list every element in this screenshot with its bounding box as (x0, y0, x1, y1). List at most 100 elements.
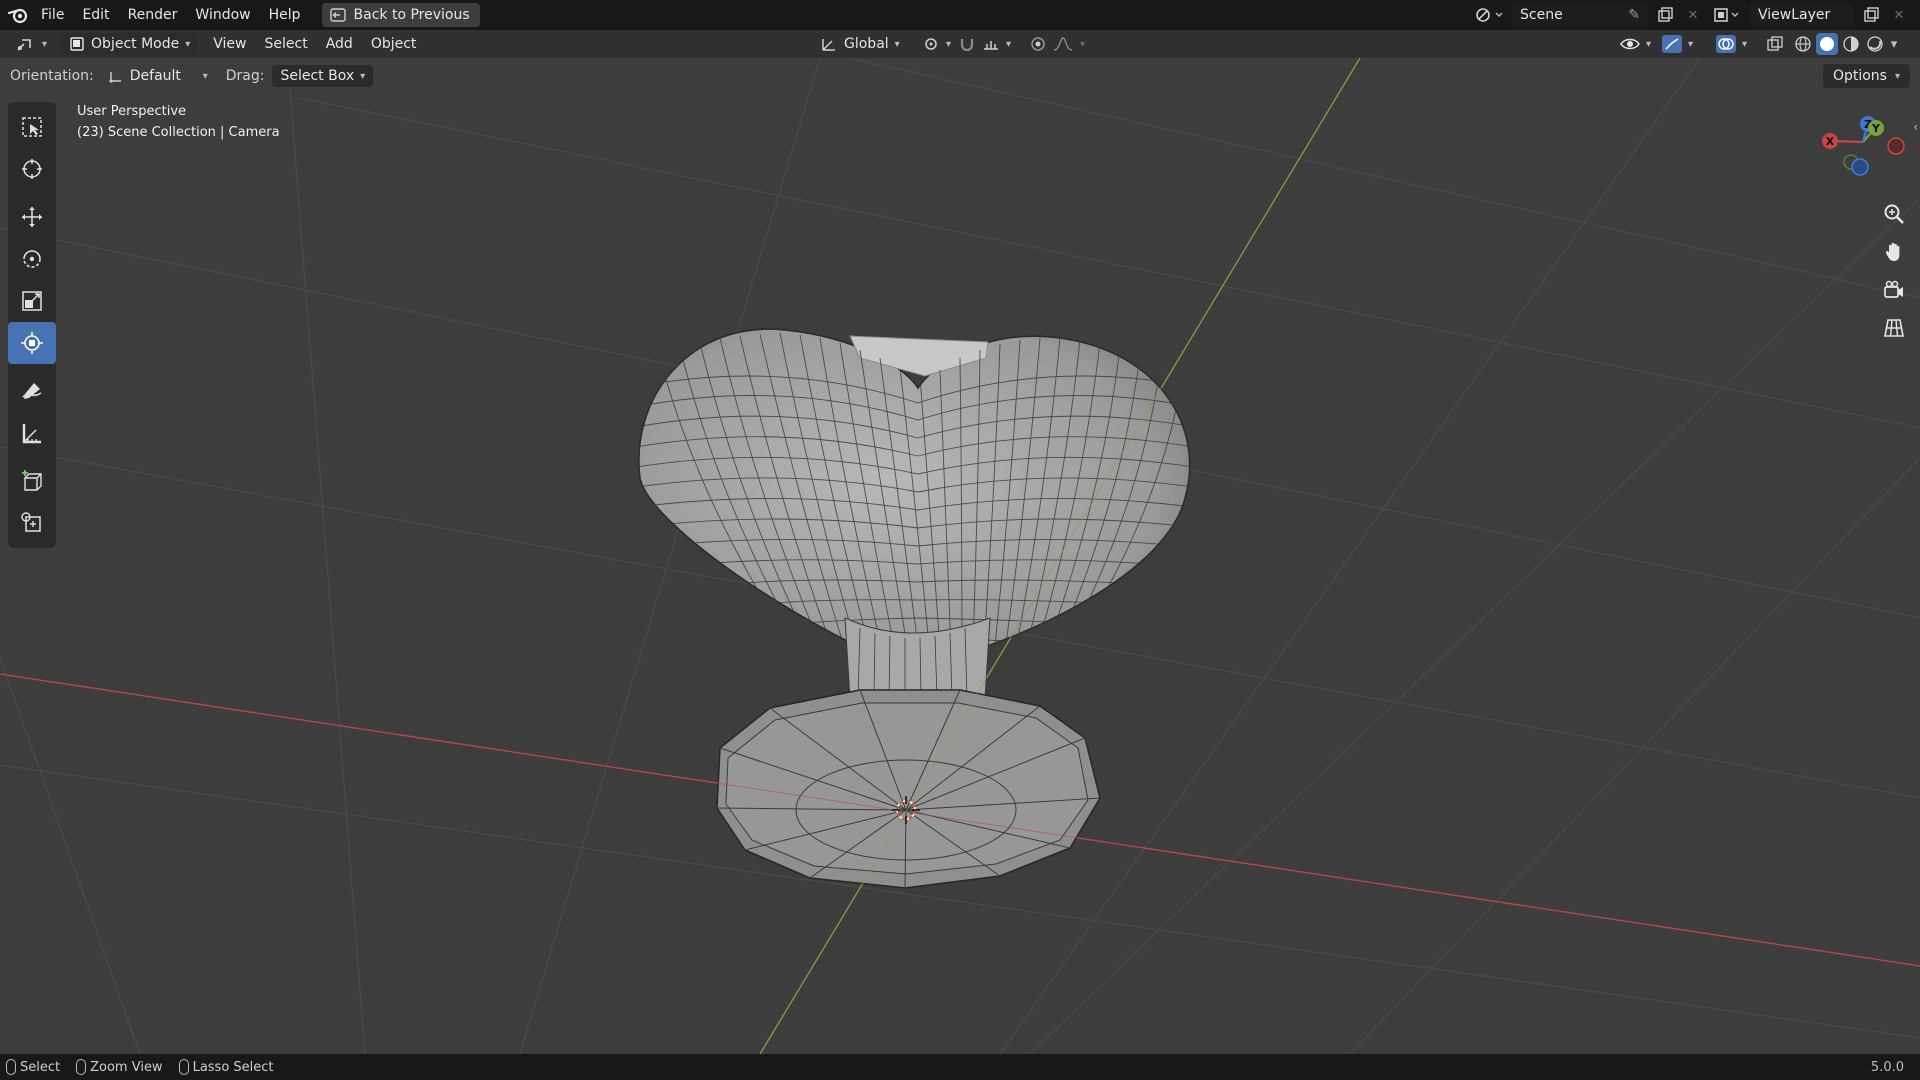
scale-icon (22, 291, 42, 311)
editor-type-icon (17, 39, 31, 51)
transform-tool[interactable] (8, 322, 56, 364)
select-box-icon (22, 117, 42, 137)
navigation-buttons (1878, 198, 1910, 344)
gizmo-neg-x-handle[interactable] (1887, 137, 1905, 155)
status-zoom-label: Zoom View (90, 1059, 163, 1075)
pan-view-button[interactable] (1878, 236, 1910, 268)
view-layer-browse-icon[interactable] (1710, 4, 1744, 26)
header-menu-object[interactable]: Object (362, 29, 426, 59)
header-menu-select[interactable]: Select (256, 29, 317, 59)
transform-orientation-dropdown[interactable]: Global ▾ (812, 33, 908, 55)
chevron-down-icon: ▾ (894, 38, 900, 50)
drag-dropdown[interactable]: Select Box ▾ (272, 65, 374, 87)
header-menu-view[interactable]: View (204, 29, 255, 59)
gizmo-toggle[interactable]: ▾ (1654, 33, 1701, 55)
scene-browse-icon[interactable] (1472, 4, 1506, 26)
orientation-value: Default (129, 68, 181, 84)
status-select-label: Select (20, 1059, 61, 1075)
orientation-dropdown[interactable]: Default ▾ (100, 65, 216, 87)
camera-view-button[interactable] (1878, 274, 1910, 306)
toggle-projection-button[interactable] (1878, 312, 1910, 344)
view-name-label: User Perspective (77, 104, 187, 119)
back-to-previous-button[interactable]: Back to Previous (321, 3, 480, 27)
object-mode-icon (70, 37, 84, 51)
menu-file[interactable]: File (32, 0, 73, 30)
annotate-pencil-icon (22, 383, 42, 399)
hand-icon (1885, 242, 1900, 261)
top-menu-bar: File Edit Render Window Help Back to Pre… (0, 0, 1920, 30)
menu-window[interactable]: Window (186, 0, 259, 30)
grid-projection-icon (1884, 319, 1904, 337)
navigation-gizmo[interactable]: Z Y X (1808, 112, 1908, 202)
measure-tool[interactable] (8, 412, 56, 454)
orientation-axes-icon (822, 39, 835, 51)
proportional-editing-toggle[interactable]: ▾ (1022, 33, 1093, 55)
drag-label: Drag: (225, 68, 265, 84)
version-label: 5.0.0 (1870, 1059, 1904, 1075)
sidebar-toggle-icon[interactable]: ‹ (1913, 120, 1918, 134)
chevron-down-icon: ▾ (1688, 38, 1694, 50)
delete-scene-icon[interactable]: ✕ (1682, 4, 1704, 26)
pin-icon[interactable]: ✎ (1628, 7, 1640, 23)
status-zoom-hint: Zoom View (70, 1059, 172, 1075)
visibility-dropdown[interactable]: ▾ (1612, 33, 1659, 55)
new-scene-icon[interactable] (1654, 4, 1676, 26)
overlays-toggle[interactable]: ▾ (1708, 33, 1755, 55)
overlays-icon (1716, 35, 1736, 53)
menu-render[interactable]: Render (119, 0, 187, 30)
wireframe-shading-icon[interactable] (1792, 33, 1814, 55)
status-select-hint: Select (0, 1059, 70, 1075)
orientation-icon (109, 72, 121, 83)
tool-settings-bar: Orientation: Default ▾ Drag: Select Box … (0, 62, 1920, 90)
options-dropdown[interactable]: Options ▾ (1822, 64, 1910, 88)
3d-viewport[interactable]: User Perspective (23) Scene Collection |… (0, 58, 1920, 1054)
chevron-down-icon: ▾ (1742, 38, 1748, 50)
add-cube-icon (22, 470, 42, 491)
annotate-tool[interactable] (8, 370, 56, 412)
xray-toggle-icon[interactable] (1764, 33, 1786, 55)
gizmo-icon (1662, 35, 1682, 53)
scene-field[interactable]: Scene ✎ (1512, 4, 1648, 26)
chevron-down-icon: ▾ (42, 38, 48, 50)
material-shading-icon[interactable] (1840, 33, 1862, 55)
add-object-tool[interactable] (8, 502, 56, 544)
header-menu-add[interactable]: Add (317, 29, 362, 59)
shading-options-chevron-icon[interactable]: ▾ (1886, 33, 1902, 55)
scale-tool[interactable] (8, 280, 56, 322)
move-icon (22, 207, 42, 227)
rendered-shading-icon[interactable] (1864, 33, 1886, 55)
delete-view-layer-icon[interactable]: ✕ (1888, 4, 1910, 26)
zoom-view-button[interactable] (1878, 198, 1910, 230)
view-layer-name: ViewLayer (1758, 7, 1831, 23)
solid-shading-icon[interactable] (1816, 33, 1838, 55)
chevron-down-icon: ▾ (1006, 38, 1012, 50)
measure-ruler-icon (22, 424, 41, 444)
view-layer-field[interactable]: ViewLayer (1750, 4, 1854, 26)
transform-orientation-label: Global (844, 36, 889, 52)
menu-edit[interactable]: Edit (73, 0, 118, 30)
editor-type-dropdown[interactable]: ▾ (8, 33, 55, 55)
blender-logo-icon[interactable] (4, 4, 32, 26)
gizmo-neg-z-handle[interactable] (1851, 158, 1869, 176)
mouse-right-icon (178, 1059, 189, 1075)
select-box-tool[interactable] (8, 106, 56, 148)
move-tool[interactable] (8, 196, 56, 238)
options-label: Options (1832, 68, 1887, 84)
snap-toggle[interactable]: ▾ (950, 33, 1019, 55)
chevron-down-icon: ▾ (1894, 70, 1900, 82)
add-cube-tool[interactable] (8, 460, 56, 502)
collection-info-label: (23) Scene Collection | Camera (77, 125, 280, 140)
left-toolbar (8, 102, 56, 548)
falloff-curve-icon (1053, 37, 1073, 51)
chevron-down-icon: ▾ (360, 70, 366, 82)
add-object-icon (21, 512, 41, 532)
new-view-layer-icon[interactable] (1860, 4, 1882, 26)
rotate-tool[interactable] (8, 238, 56, 280)
mode-dropdown[interactable]: Object Mode ▾ (61, 33, 199, 55)
gizmo-x-label: X (1826, 135, 1835, 148)
scene-name: Scene (1520, 7, 1563, 23)
menu-help[interactable]: Help (260, 0, 310, 30)
cursor-icon (22, 159, 42, 179)
heart-mesh[interactable] (630, 328, 1200, 699)
cursor-tool[interactable] (8, 148, 56, 190)
